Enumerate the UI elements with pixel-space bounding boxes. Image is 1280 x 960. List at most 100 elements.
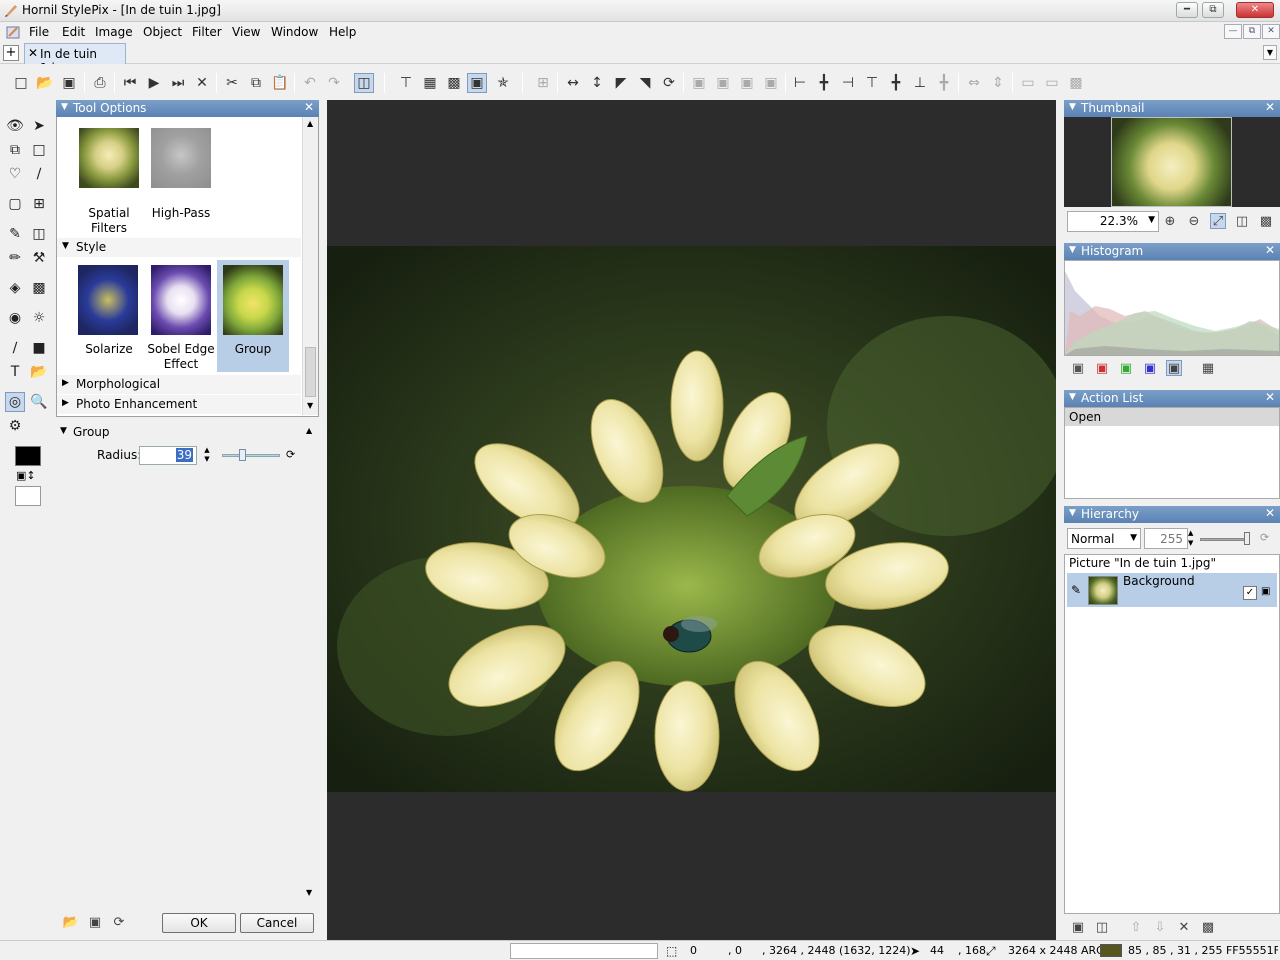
close-icon[interactable]: ✕ — [1265, 506, 1275, 520]
doc-menu-icon[interactable] — [6, 25, 22, 40]
rotate-right-icon[interactable]: ◥ — [635, 73, 655, 93]
reset-opacity-icon[interactable]: ⟳ — [1260, 531, 1269, 544]
radius-slider-track[interactable] — [222, 454, 280, 457]
photo-enhancement-section[interactable]: ▶ Photo Enhancement — [57, 395, 301, 414]
ruler-icon[interactable]: ⊤ — [396, 73, 416, 93]
morphological-section[interactable]: ▶ Morphological — [57, 375, 301, 394]
settings-tool-icon[interactable]: ⚙ — [5, 416, 25, 436]
rotate-left-icon[interactable]: ◤ — [611, 73, 631, 93]
align-left-icon[interactable]: ⊢ — [790, 73, 810, 93]
zoom-input[interactable]: 22.3% ▼ — [1067, 211, 1159, 232]
dist-v-icon[interactable]: ⇕ — [988, 73, 1008, 93]
brush-tool-icon[interactable]: ✎ — [5, 224, 25, 244]
cut-icon[interactable]: ✂ — [222, 73, 242, 93]
new-icon[interactable]: □ — [11, 73, 31, 93]
grid-icon[interactable]: ▦ — [420, 73, 440, 93]
tab-document[interactable]: ✕ In de tuin 1.jpg — [24, 43, 126, 75]
ok-button[interactable]: OK — [162, 913, 236, 933]
layer2-icon[interactable]: ▣ — [713, 73, 733, 93]
close-icon[interactable]: ✕ — [1265, 390, 1275, 404]
blue-channel-icon[interactable]: ▣ — [1142, 360, 1158, 376]
mdi-close-icon[interactable]: ✕ — [1262, 24, 1280, 39]
high-pass-thumb[interactable] — [151, 128, 211, 188]
thumbnail-image[interactable] — [1111, 117, 1232, 207]
snap-icon[interactable]: ▣ — [467, 73, 487, 93]
green-channel-icon[interactable]: ▣ — [1118, 360, 1134, 376]
layer-row-background[interactable]: ✎ Background ✓ ▣ — [1067, 573, 1277, 607]
red-channel-icon[interactable]: ▣ — [1094, 360, 1110, 376]
opacity-slider-track[interactable] — [1200, 538, 1248, 541]
tool-options-header[interactable]: ▼ Tool Options ✕ — [56, 100, 319, 117]
opacity-input[interactable]: 255 — [1144, 528, 1188, 549]
edit-layer-icon[interactable]: ✎ — [1071, 583, 1081, 597]
zoom-tool-icon[interactable]: 🔍 — [29, 392, 49, 412]
fill-tool-icon[interactable]: ◈ — [5, 278, 25, 298]
histogram-settings-icon[interactable]: ▦ — [1200, 360, 1216, 376]
color-filter-tool-icon[interactable]: ◎ — [5, 392, 25, 412]
mdi-minimize-icon[interactable]: — — [1224, 24, 1242, 39]
align-center-icon[interactable]: ╋ — [814, 73, 834, 93]
reset-icon[interactable]: ⟳ — [286, 448, 295, 461]
action-list-header[interactable]: ▼ Action List ✕ — [1064, 390, 1280, 407]
flip-h-icon[interactable]: ↔ — [563, 73, 583, 93]
load-preset-icon[interactable]: 📂 — [63, 914, 79, 930]
close-button[interactable]: ✕ — [1236, 2, 1274, 18]
new-tab-icon[interactable]: + — [3, 45, 19, 61]
style-section-header[interactable]: ▼ Style — [57, 238, 301, 257]
undo-icon[interactable]: ↶ — [300, 73, 320, 93]
close-doc-icon[interactable]: ✕ — [192, 73, 212, 93]
menu-file[interactable]: File — [29, 25, 49, 39]
sobel-edge-thumb[interactable] — [151, 265, 211, 335]
guide-icon[interactable]: ▩ — [444, 73, 464, 93]
fit2-icon[interactable]: ▭ — [1042, 73, 1062, 93]
open-icon[interactable]: 📂 — [35, 73, 55, 93]
menu-help[interactable]: Help — [329, 25, 356, 39]
eraser-tool-icon[interactable]: ◫ — [29, 224, 49, 244]
rect-select-icon[interactable]: □ — [29, 140, 49, 160]
opacity-slider-handle[interactable] — [1244, 532, 1250, 545]
new-layer-icon[interactable]: ▣ — [1070, 919, 1086, 935]
save-icon[interactable]: ▣ — [59, 73, 79, 93]
layer-icon[interactable]: ▣ — [689, 73, 709, 93]
clone-tool-icon[interactable]: ✏ — [5, 248, 25, 268]
zoom-out-icon[interactable]: ⊖ — [1186, 213, 1202, 229]
align-top-icon[interactable]: ⊤ — [862, 73, 882, 93]
distribute-icon[interactable]: ╋ — [934, 73, 954, 93]
thumbnail-view[interactable] — [1064, 117, 1280, 207]
line-tool-icon[interactable]: ∕ — [5, 338, 25, 358]
duplicate-layer-icon[interactable]: ◫ — [1094, 919, 1110, 935]
radius-spinner[interactable]: ▲ ▼ — [200, 446, 214, 465]
close-icon[interactable]: ✕ — [1265, 100, 1275, 114]
magic-wand-icon[interactable]: ∕ — [29, 164, 49, 184]
gallery-scrollbar[interactable]: ▲ ▼ — [302, 117, 318, 415]
scroll-down-icon[interactable]: ▼ — [306, 888, 312, 897]
menu-edit[interactable]: Edit — [62, 25, 85, 39]
crop-tool-icon[interactable]: ⊞ — [29, 194, 49, 214]
layer3-icon[interactable]: ▣ — [737, 73, 757, 93]
hierarchy-header[interactable]: ▼ Hierarchy ✕ — [1064, 506, 1280, 523]
group-thumb[interactable] — [223, 265, 283, 335]
crop-icon[interactable]: ⊞ — [533, 73, 553, 93]
delete-layer-icon[interactable]: ✕ — [1176, 919, 1192, 935]
scroll-thumb[interactable] — [305, 347, 316, 397]
opacity-spinner[interactable]: ▲ ▼ — [1188, 528, 1198, 549]
lock-icon[interactable]: ▣ — [1261, 586, 1273, 600]
menu-filter[interactable]: Filter — [192, 25, 222, 39]
menu-object[interactable]: Object — [143, 25, 182, 39]
picture-node[interactable]: Picture "In de tuin 1.jpg" — [1069, 556, 1216, 570]
align-right-icon[interactable]: ⊣ — [838, 73, 858, 93]
dist-h-icon[interactable]: ⇔ — [964, 73, 984, 93]
layer-visible-checkbox[interactable]: ✓ — [1243, 586, 1257, 600]
spatial-filters-thumb[interactable] — [79, 128, 139, 188]
brightness-tool-icon[interactable]: ☼ — [29, 308, 49, 328]
rotate-icon[interactable]: ⟳ — [659, 73, 679, 93]
radius-slider-handle[interactable] — [239, 449, 246, 461]
menu-window[interactable]: Window — [271, 25, 318, 39]
right-splitter[interactable] — [1057, 100, 1063, 940]
fit-window-icon[interactable]: ⤢ — [1210, 213, 1226, 229]
stamp-tool-icon[interactable]: ⚒ — [29, 248, 49, 268]
move-down-icon[interactable]: ⇩ — [1152, 919, 1168, 935]
redo-icon[interactable]: ↷ — [324, 73, 344, 93]
minimize-button[interactable]: ━ — [1176, 2, 1198, 18]
flip-v-icon[interactable]: ↕ — [587, 73, 607, 93]
